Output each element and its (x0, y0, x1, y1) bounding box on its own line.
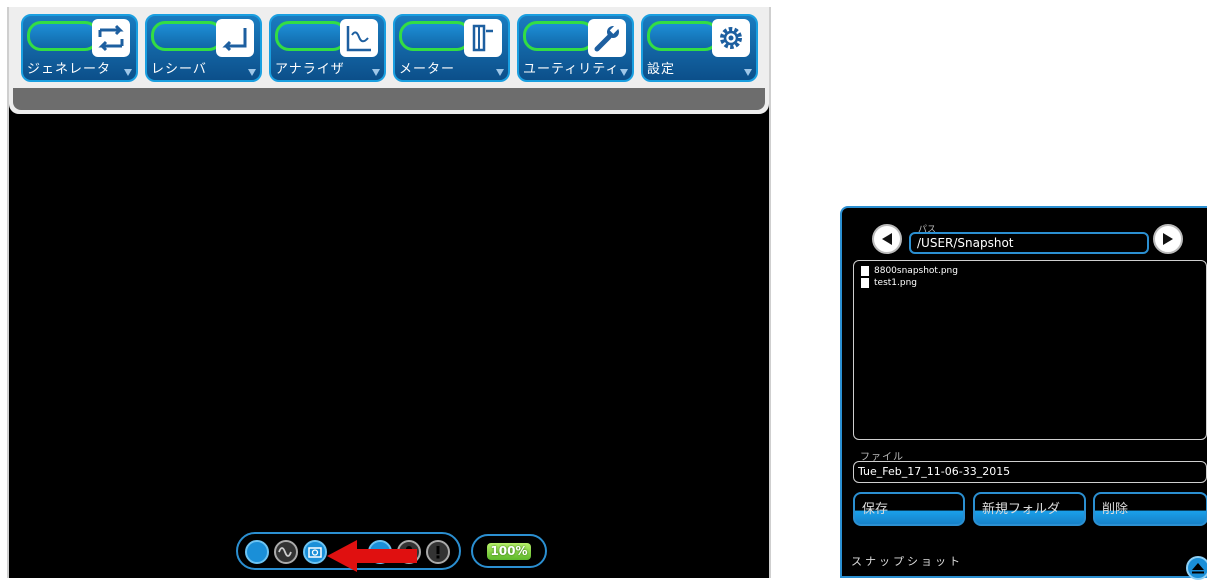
menu-label: メーター (399, 62, 456, 77)
menu-button-utility[interactable]: ユーティリティ (517, 14, 634, 82)
menu-glow (399, 21, 471, 51)
red-arrow-annotation (327, 540, 417, 572)
alert-icon[interactable] (426, 540, 450, 564)
save-button[interactable]: 保存 (853, 492, 965, 526)
file-list[interactable]: 8800snapshot.png test1.png (853, 260, 1207, 440)
new-folder-button[interactable]: 新規フォルダ (973, 492, 1086, 526)
file-list-item[interactable]: test1.png (861, 278, 917, 288)
gear-icon (712, 19, 750, 57)
arrow-left-icon (882, 233, 892, 245)
menu-glow (523, 21, 595, 51)
menu-button-receiver[interactable]: レシーバ (145, 14, 262, 82)
top-menu-bar: ジェネレータ レシーバ アナライザ メーター ユーティリティ 設定 (9, 7, 769, 114)
chevron-down-icon (744, 69, 752, 76)
file-icon (861, 278, 869, 288)
circle-indicator-icon[interactable] (245, 540, 269, 564)
file-list-item[interactable]: 8800snapshot.png (861, 266, 958, 276)
main-screen: ジェネレータ レシーバ アナライザ メーター ユーティリティ 設定 100% (7, 7, 771, 578)
chevron-down-icon (372, 69, 380, 76)
generator-arrows-icon (92, 19, 130, 57)
chevron-down-icon (496, 69, 504, 76)
next-path-button[interactable] (1153, 224, 1183, 254)
file-name: test1.png (874, 278, 918, 288)
menu-label: アナライザ (275, 62, 345, 77)
menu-button-meter[interactable]: メーター (393, 14, 510, 82)
delete-button[interactable]: 削除 (1093, 492, 1207, 526)
menu-button-analyzer[interactable]: アナライザ (269, 14, 386, 82)
panel-title: スナップショット (851, 555, 963, 568)
meter-icon (464, 19, 502, 57)
previous-path-button[interactable] (872, 224, 902, 254)
battery-indicator: 100% (471, 534, 547, 568)
camera-icon[interactable] (303, 540, 327, 564)
file-name-input[interactable]: Tue_Feb_17_11-06-33_2015 (853, 461, 1207, 483)
collapse-button[interactable] (1186, 556, 1207, 580)
wrench-icon (588, 19, 626, 57)
menu-glow (151, 21, 223, 51)
menu-label: ジェネレータ (27, 62, 112, 77)
file-name: 8800snapshot.png (874, 266, 958, 276)
menu-glow (647, 21, 719, 51)
menu-bar-strip (13, 88, 765, 110)
menu-glow (275, 21, 347, 51)
file-icon (861, 266, 869, 276)
menu-button-generator[interactable]: ジェネレータ (21, 14, 138, 82)
chevron-down-icon (124, 69, 132, 76)
menu-button-settings[interactable]: 設定 (641, 14, 758, 82)
menu-label: 設定 (647, 62, 676, 77)
snapshot-panel: パス /USER/Snapshot 8800snapshot.png test1… (840, 206, 1207, 580)
chevron-down-icon (248, 69, 256, 76)
menu-glow (27, 21, 99, 51)
receiver-arrow-icon (216, 19, 254, 57)
analyzer-wave-icon (340, 19, 378, 57)
menu-label: ユーティリティ (523, 62, 620, 77)
waveform-icon[interactable] (274, 540, 298, 564)
chevron-down-icon (620, 69, 628, 76)
menu-label: レシーバ (151, 62, 207, 77)
collapse-up-icon (1192, 563, 1204, 574)
battery-label: 100% (487, 543, 531, 560)
arrow-right-icon (1163, 233, 1173, 245)
path-input[interactable]: /USER/Snapshot (909, 232, 1149, 254)
